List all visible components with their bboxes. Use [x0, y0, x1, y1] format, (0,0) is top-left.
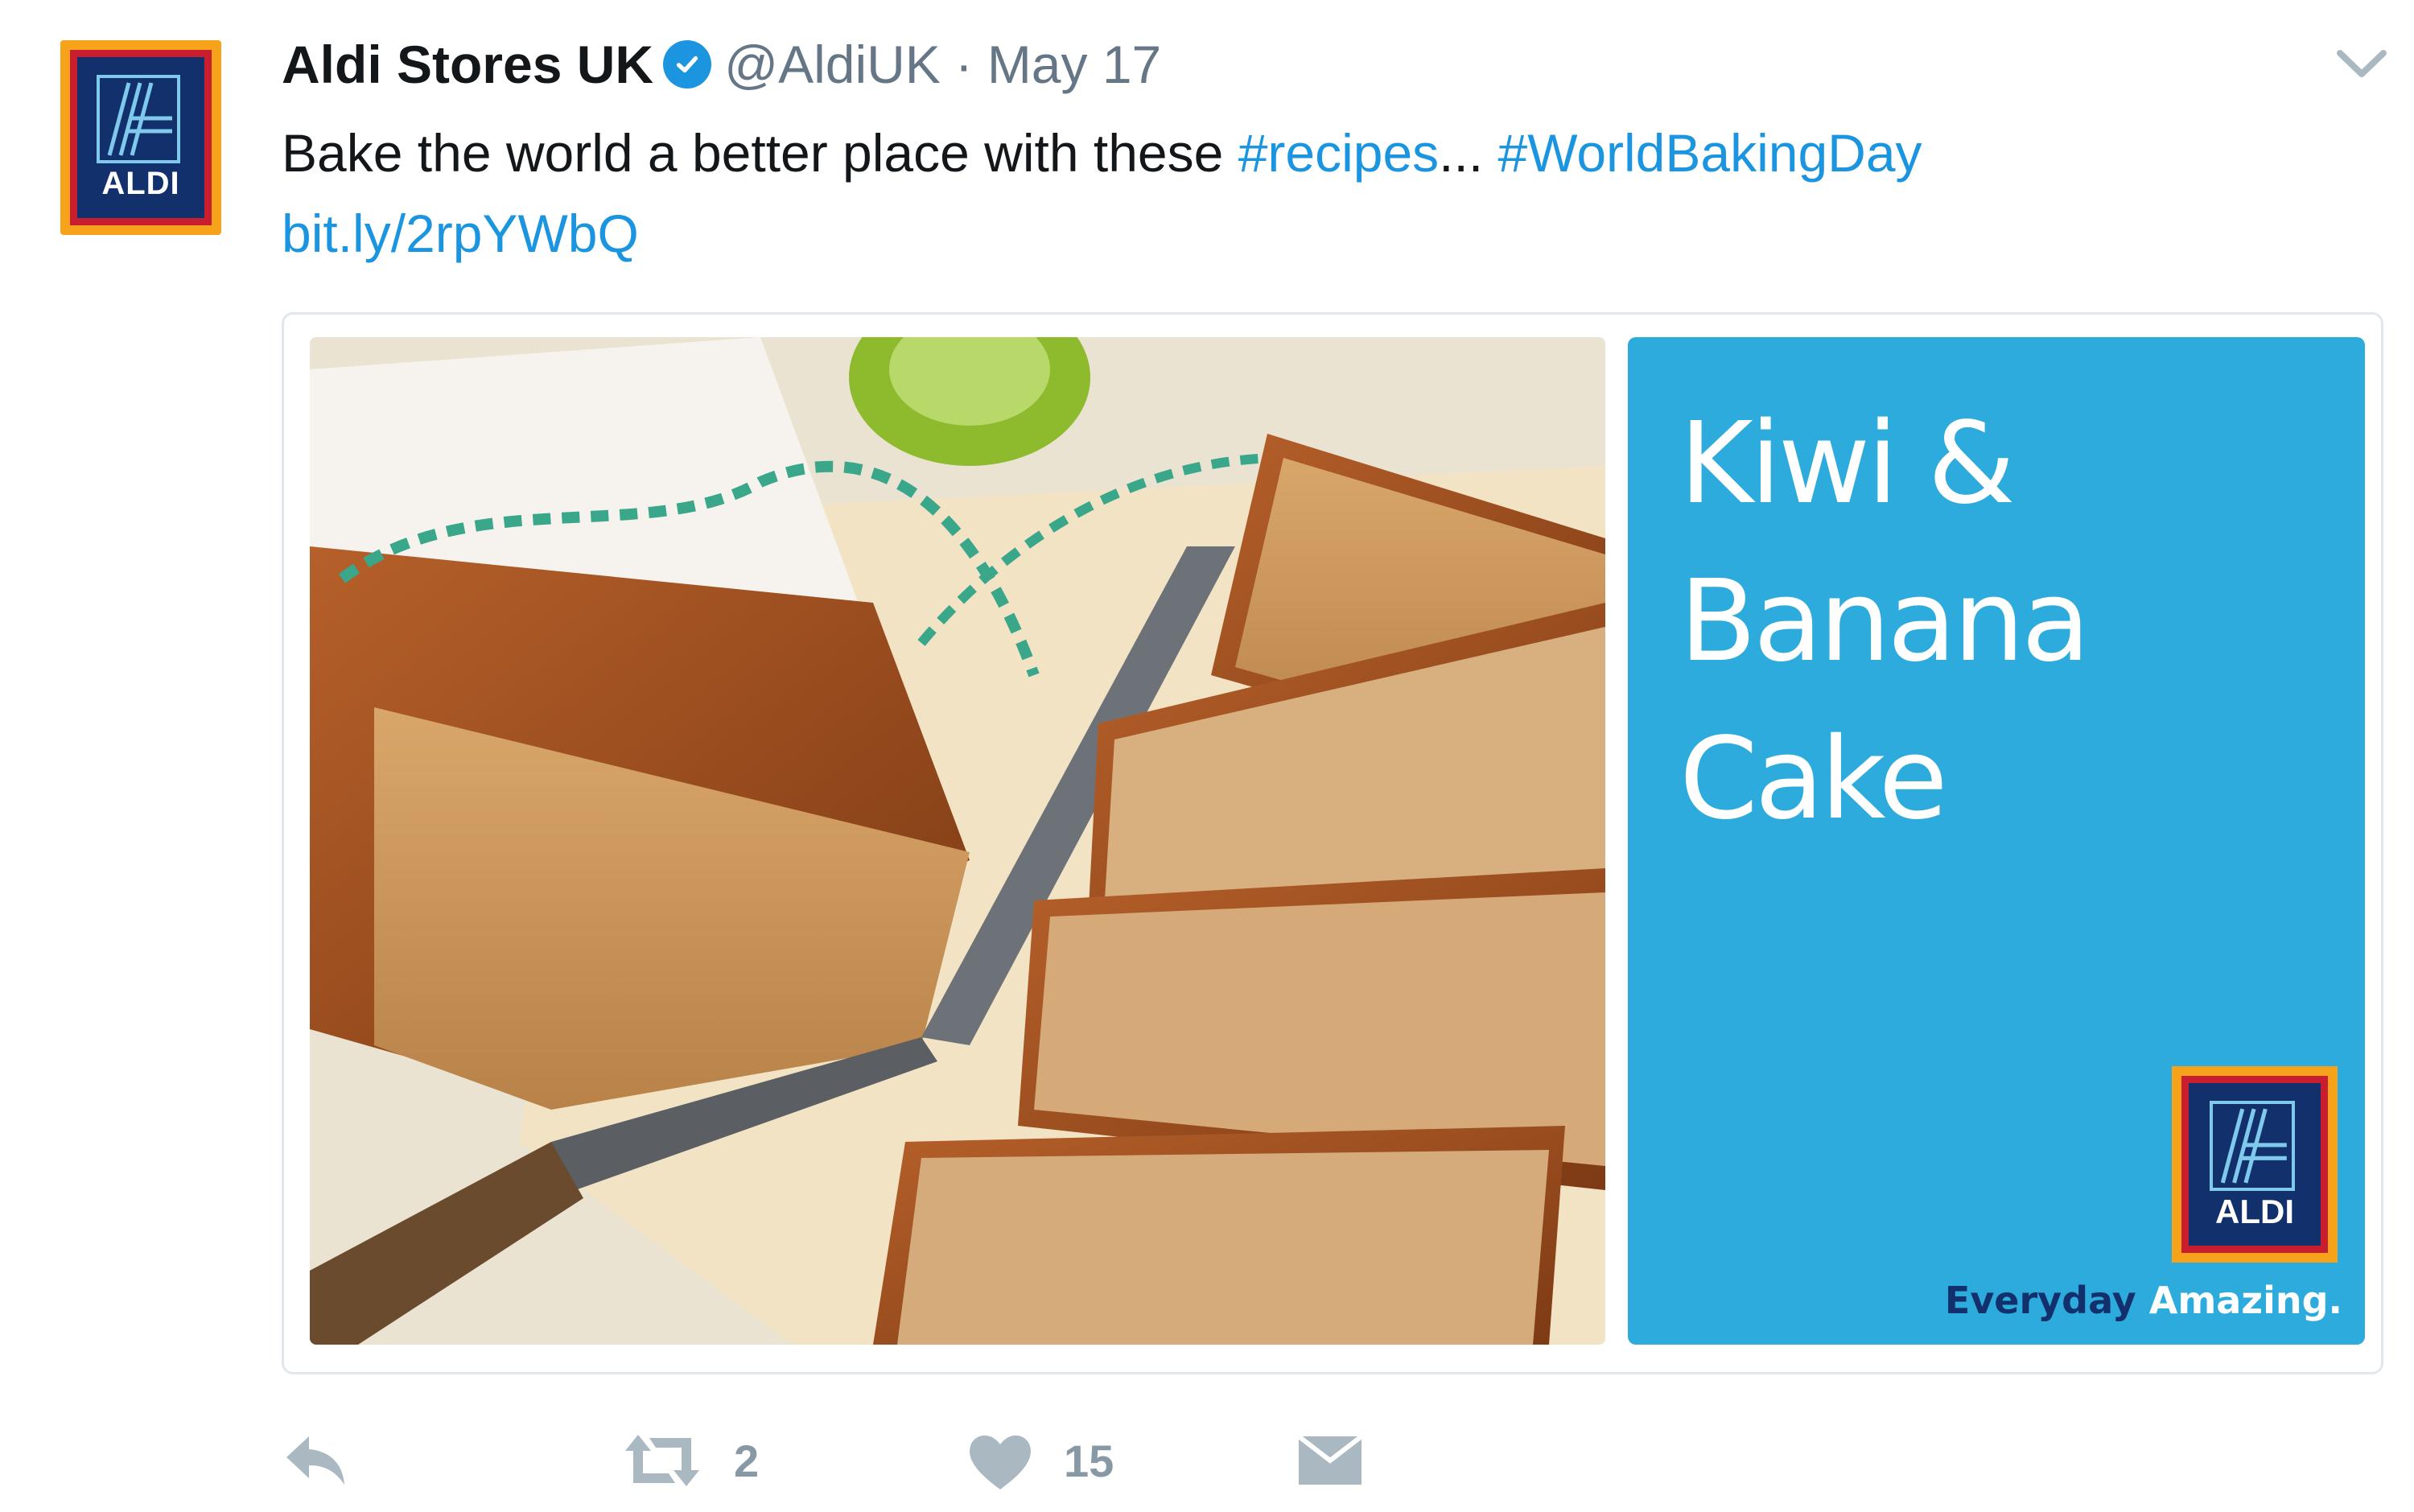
envelope-icon	[1297, 1434, 1363, 1485]
aldi-logo-mark-icon	[97, 75, 180, 163]
recipe-title-panel: Kiwi & Banana Cake ALDI Everyday Amazing…	[1628, 337, 2365, 1345]
aldi-logo: ALDI	[2172, 1066, 2338, 1263]
like-button[interactable]: 15	[966, 1416, 1114, 1505]
aldi-stripes-icon	[107, 82, 172, 156]
aldi-logo-text: ALDI	[2215, 1193, 2294, 1230]
reply-icon	[286, 1436, 344, 1485]
author-avatar[interactable]: ALDI	[60, 40, 221, 235]
header-separator: ·	[954, 35, 973, 94]
short-url-link[interactable]: bit.ly/2rpYWbQ	[282, 193, 2334, 274]
retweet-button[interactable]: 2	[620, 1416, 759, 1505]
recipe-title: Kiwi & Banana Cake	[1679, 385, 2365, 859]
direct-message-button[interactable]	[1296, 1416, 1365, 1505]
recipe-title-line2: Cake	[1679, 714, 1948, 845]
aldi-stripes-icon	[2220, 1108, 2287, 1184]
tweet-header: Aldi Stores UK @AldiUK · May 17	[282, 32, 1161, 97]
recipe-title-line1: Kiwi & Banana	[1679, 398, 2091, 687]
like-count: 15	[1064, 1435, 1114, 1486]
aldi-logo-mark-icon	[2210, 1101, 2295, 1191]
tweet-actions: 2 15	[282, 1416, 1408, 1505]
avatar-logo-text: ALDI	[101, 166, 180, 201]
tweet-text-body: Bake the world a better place with these	[282, 123, 1238, 183]
aldi-logo-frame: ALDI	[2181, 1076, 2328, 1253]
cake-photo[interactable]	[310, 337, 1605, 1345]
author-name[interactable]: Aldi Stores UK	[282, 34, 653, 95]
tweet-text: Bake the world a better place with these…	[282, 113, 2334, 274]
aldi-logo-core: ALDI	[2189, 1083, 2321, 1246]
tagline-amazing: Amazing.	[2148, 1279, 2342, 1322]
hashtag-recipes-link[interactable]: #recipes	[1238, 123, 1439, 183]
heart-icon	[970, 1435, 1031, 1489]
retweet-count: 2	[734, 1435, 760, 1486]
tweet-date[interactable]: May 17	[987, 34, 1161, 95]
author-handle[interactable]: @AldiUK	[724, 34, 941, 95]
brand-tagline: Everyday Amazing.	[1945, 1279, 2342, 1322]
avatar-frame: ALDI	[70, 50, 212, 225]
tagline-everyday: Everyday	[1944, 1279, 2136, 1322]
tweet-ellipsis: ...	[1439, 123, 1484, 183]
reply-button[interactable]	[282, 1416, 351, 1505]
media-card[interactable]: Kiwi & Banana Cake ALDI Everyday Amazing…	[282, 312, 2383, 1374]
avatar-core: ALDI	[77, 57, 204, 218]
hashtag-worldbakingday-link[interactable]: #WorldBakingDay	[1498, 123, 1922, 183]
verified-badge-icon	[663, 40, 712, 89]
chevron-down-icon[interactable]	[2334, 40, 2390, 89]
cake-photo-illustration	[310, 337, 1605, 1345]
retweet-icon	[625, 1435, 699, 1486]
